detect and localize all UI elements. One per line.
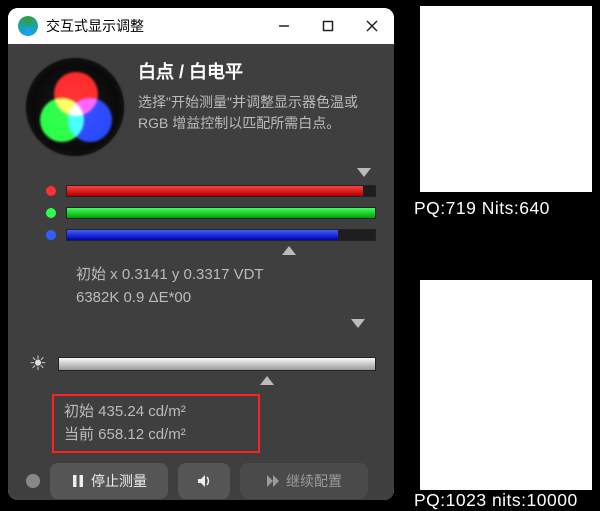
luminance-initial: 初始 435.24 cd/m² [64, 400, 248, 423]
app-icon [18, 16, 38, 36]
continue-config-button[interactable]: 继续配置 [240, 463, 368, 499]
maximize-button[interactable] [306, 8, 350, 44]
luminance-current: 当前 658.12 cd/m² [64, 423, 248, 446]
titlebar[interactable]: 交互式显示调整 [8, 8, 394, 44]
speaker-icon [197, 474, 211, 488]
red-dot-icon [46, 186, 56, 196]
window-title: 交互式显示调整 [46, 16, 262, 36]
record-indicator-icon [26, 474, 40, 488]
brightness-target-marker-icon [351, 319, 365, 328]
sound-button[interactable] [178, 463, 230, 499]
green-dot-icon [46, 208, 56, 218]
colorimetry-line1: 初始 x 0.3141 y 0.3317 VDT [76, 264, 376, 287]
blue-dot-icon [46, 230, 56, 240]
colorimetry-line2: 6382K 0.9 ΔE*00 [76, 287, 376, 310]
rgb-current-marker-icon [282, 246, 296, 255]
calibration-window: 交互式显示调整 白点 / 白电平 选择"开始测量"并调整显示器色温或 RGB 增… [8, 8, 394, 500]
stop-measure-button[interactable]: 停止测量 [50, 463, 168, 499]
test-patch-1 [420, 6, 592, 192]
pause-icon [71, 474, 85, 488]
test-patch-2 [420, 280, 592, 490]
stop-measure-label: 停止测量 [91, 471, 147, 491]
minimize-button[interactable] [262, 8, 306, 44]
continue-config-label: 继续配置 [286, 471, 342, 491]
brightness-icon: ☀ [26, 351, 50, 376]
close-button[interactable] [350, 8, 394, 44]
section-desc-1: 选择"开始测量"并调整显示器色温或 [138, 92, 358, 113]
brightness-current-marker-icon [260, 376, 274, 385]
section-desc-2: RGB 增益控制以匹配所需白点。 [138, 113, 358, 134]
skip-next-icon [266, 474, 280, 488]
section-title: 白点 / 白电平 [138, 58, 358, 84]
test-patch-1-label: PQ:719 Nits:640 [414, 198, 550, 219]
brightness-slider[interactable]: ☀ [26, 351, 376, 376]
blue-gain-slider[interactable] [46, 224, 376, 246]
test-patch-2-label: PQ:1023 nits:10000 [414, 490, 578, 511]
red-gain-slider[interactable] [46, 180, 376, 202]
green-gain-slider[interactable] [46, 202, 376, 224]
rgb-venn-icon [26, 58, 124, 156]
rgb-target-marker-icon [357, 168, 371, 177]
luminance-readout-box: 初始 435.24 cd/m² 当前 658.12 cd/m² [52, 394, 260, 453]
